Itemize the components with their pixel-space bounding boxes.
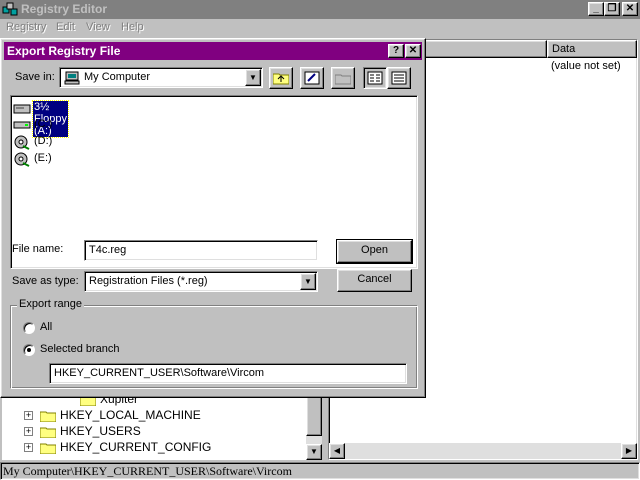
main-title-bar[interactable]: Registry Editor _ ❐ ✕: [0, 0, 640, 19]
my-computer-icon: [64, 71, 80, 85]
save-as-type-label: Save as type:: [12, 275, 79, 287]
file-name-input[interactable]: T4c.reg: [84, 240, 318, 261]
details-view-button[interactable]: [387, 67, 411, 89]
tree-vertical-scrollbar[interactable]: ▼: [306, 396, 322, 460]
desktop-button[interactable]: [300, 67, 324, 89]
folder-icon: [40, 443, 56, 454]
registry-tree-pane[interactable]: Xupiter + HKEY_LOCAL_MACHINE + HKEY_USER…: [2, 392, 322, 460]
up-one-level-button[interactable]: [269, 67, 293, 89]
scroll-right-button[interactable]: ▶: [621, 443, 637, 459]
drive-label: (C:): [34, 118, 53, 130]
file-name-label: File name:: [12, 243, 64, 255]
save-in-value: My Computer: [84, 71, 151, 83]
open-button[interactable]: Open: [336, 239, 413, 264]
menu-bar: Registry Edit View Help: [0, 19, 640, 37]
save-in-label: Save in:: [15, 71, 55, 83]
drive-label: (D:): [34, 135, 53, 147]
status-bar: My Computer\HKEY_CURRENT_USER\Software\V…: [0, 462, 640, 480]
save-as-type-dropdown[interactable]: Registration Files (*.reg) ▼: [84, 271, 318, 292]
folder-up-icon: [273, 73, 289, 85]
scroll-thumb[interactable]: [306, 396, 322, 436]
cd-drive-icon: [14, 135, 30, 150]
desktop-icon: [304, 71, 320, 85]
save-as-type-value: Registration Files (*.reg): [89, 275, 208, 287]
drive-label: (E:): [34, 152, 52, 164]
cd-drive-icon: [14, 152, 30, 167]
dialog-close-button[interactable]: ✕: [405, 44, 421, 58]
restore-button[interactable]: ❐: [604, 2, 620, 16]
list-icon: [367, 71, 383, 85]
tree-item-label: HKEY_LOCAL_MACHINE: [60, 408, 201, 422]
horizontal-scrollbar[interactable]: ◀ ▶: [329, 443, 637, 459]
tree-item-label: HKEY_CURRENT_CONFIG: [60, 440, 212, 454]
menu-help[interactable]: Help: [121, 21, 144, 33]
status-path: My Computer\HKEY_CURRENT_USER\Software\V…: [3, 464, 292, 478]
radio-selected-branch-label[interactable]: Selected branch: [40, 343, 120, 355]
list-view-button[interactable]: [363, 67, 387, 89]
dialog-title-bar[interactable]: Export Registry File ? ✕: [4, 42, 422, 60]
expand-icon[interactable]: +: [24, 427, 33, 436]
export-range-group: Export range All Selected branch HKEY_CU…: [10, 298, 418, 389]
main-window-title: Registry Editor: [21, 2, 108, 16]
selected-branch-input[interactable]: HKEY_CURRENT_USER\Software\Vircom: [49, 363, 407, 384]
export-registry-dialog: Export Registry File ? ✕ Save in: My Com…: [0, 38, 426, 398]
chevron-down-icon[interactable]: ▼: [245, 69, 261, 86]
registry-editor-icon: [2, 2, 18, 16]
scroll-down-button[interactable]: ▼: [306, 444, 322, 460]
radio-selected-branch[interactable]: [23, 344, 35, 356]
save-in-dropdown[interactable]: My Computer ▼: [59, 67, 263, 88]
minimize-button[interactable]: _: [588, 2, 604, 16]
tree-item-hkey-current-config[interactable]: + HKEY_CURRENT_CONFIG: [2, 440, 302, 456]
export-range-legend: Export range: [17, 298, 84, 310]
expand-icon[interactable]: +: [24, 411, 33, 420]
hard-drive-icon: [13, 121, 31, 129]
tree-item-hkey-local-machine[interactable]: + HKEY_LOCAL_MACHINE: [2, 408, 302, 424]
value-data-cell[interactable]: (value not set): [551, 60, 621, 72]
column-header-data[interactable]: Data: [547, 40, 637, 58]
cancel-button[interactable]: Cancel: [337, 269, 412, 292]
tree-item-hkey-users[interactable]: + HKEY_USERS: [2, 424, 302, 440]
dialog-title: Export Registry File: [7, 44, 121, 58]
scroll-left-button[interactable]: ◀: [329, 443, 345, 459]
chevron-down-icon[interactable]: ▼: [300, 273, 316, 290]
new-folder-button[interactable]: [331, 67, 355, 89]
radio-all-label[interactable]: All: [40, 321, 52, 333]
menu-edit[interactable]: Edit: [56, 21, 75, 33]
folder-icon: [40, 411, 56, 422]
expand-icon[interactable]: +: [24, 443, 33, 452]
menu-registry[interactable]: Registry: [6, 21, 46, 33]
help-button[interactable]: ?: [388, 44, 404, 58]
menu-view[interactable]: View: [86, 21, 110, 33]
radio-all[interactable]: [23, 322, 35, 334]
new-folder-icon: [335, 74, 351, 85]
tree-item-label: HKEY_USERS: [60, 424, 141, 438]
folder-icon: [40, 427, 56, 438]
close-button[interactable]: ✕: [622, 2, 638, 16]
details-icon: [391, 71, 407, 85]
floppy-icon: [13, 104, 31, 114]
